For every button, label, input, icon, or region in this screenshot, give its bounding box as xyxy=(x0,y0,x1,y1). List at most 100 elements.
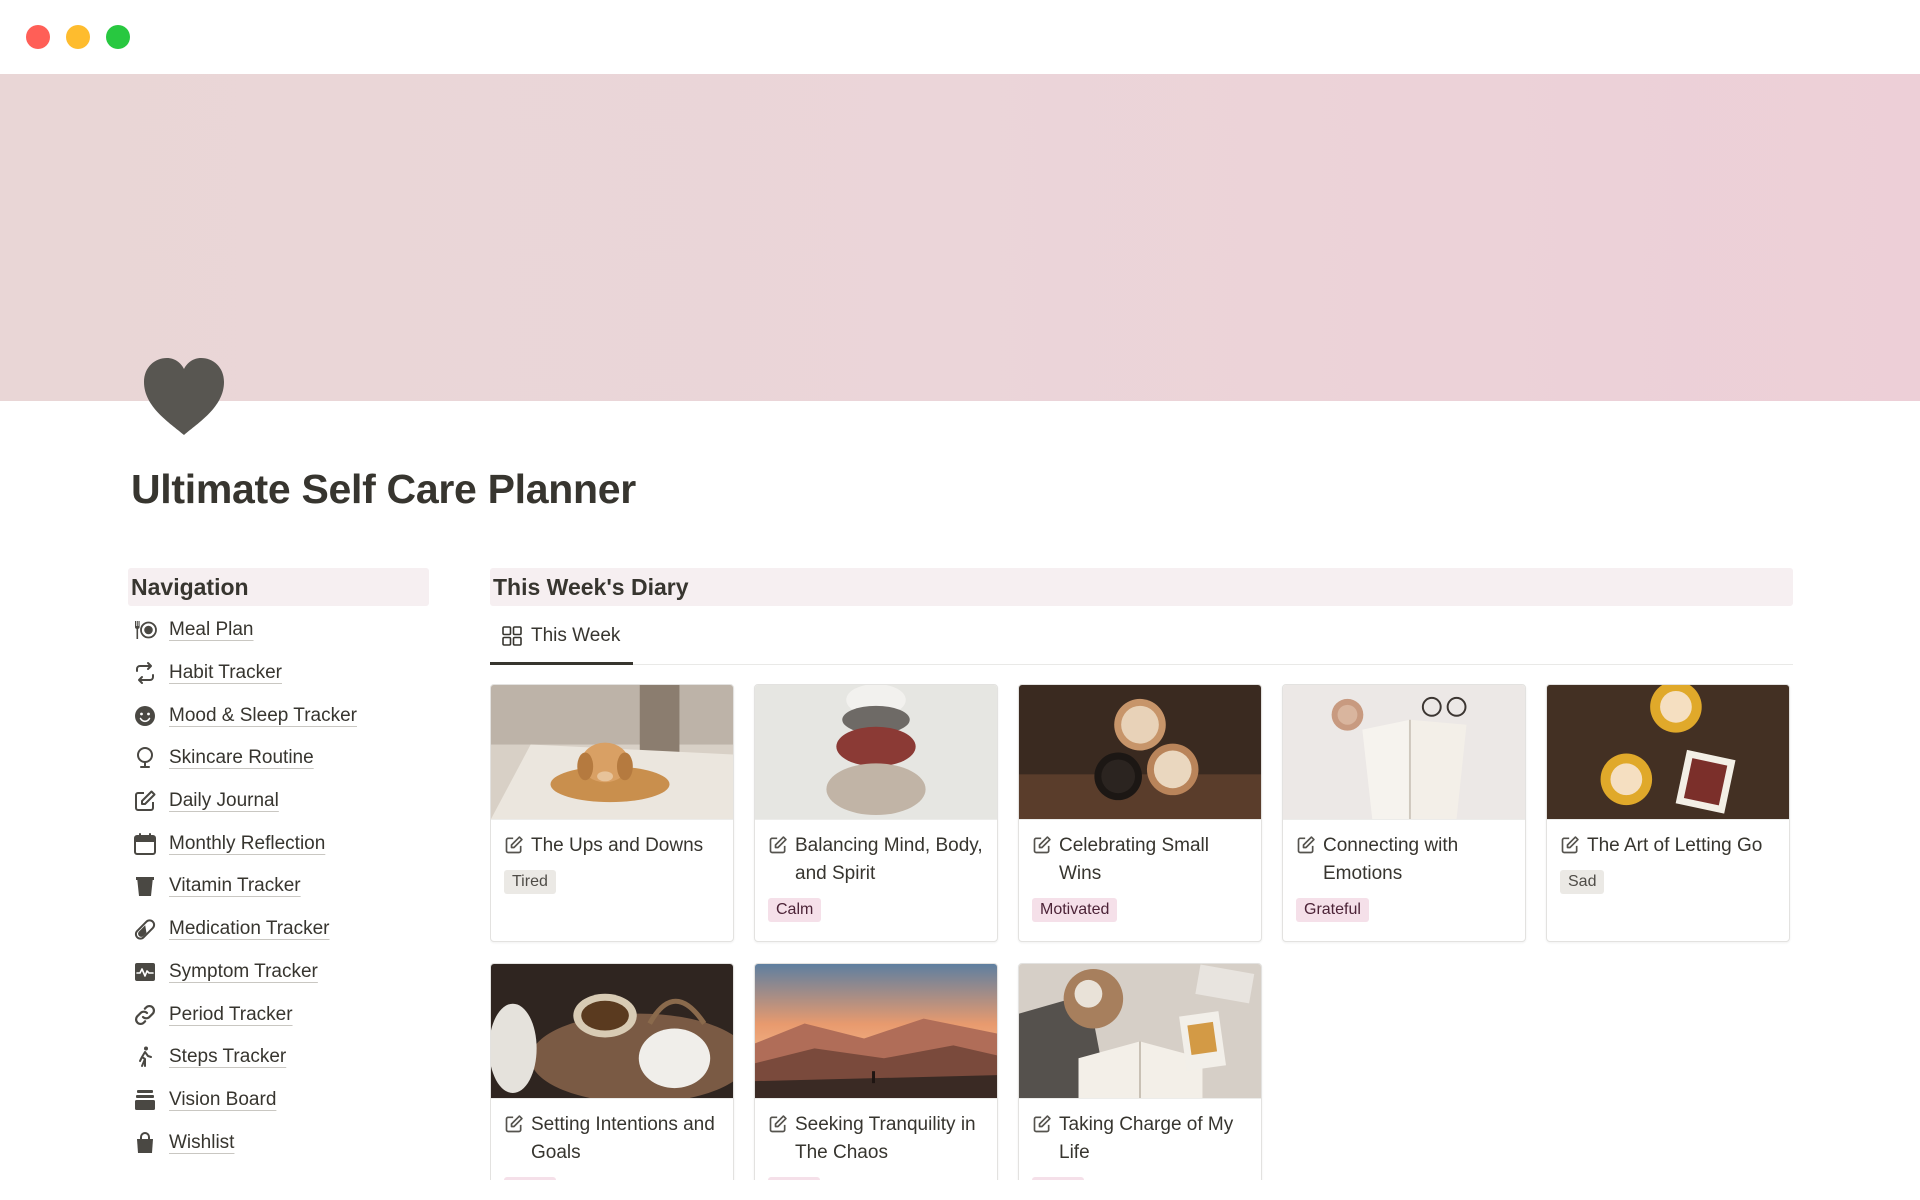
card-title-text: Seeking Tranquility in The Chaos xyxy=(795,1114,976,1163)
nav-item-daily-journal[interactable]: Daily Journal xyxy=(128,780,429,823)
mood-tag: Calm xyxy=(768,898,822,922)
card-cover-image xyxy=(1547,685,1789,820)
diary-card[interactable]: Connecting with Emotions Grateful xyxy=(1282,684,1526,942)
window-titlebar xyxy=(0,0,1920,74)
fork-plate-icon xyxy=(131,616,159,644)
gallery-view-icon xyxy=(502,626,522,646)
nav-label: Vision Board xyxy=(169,1088,277,1110)
edit-icon xyxy=(1033,1115,1051,1133)
edit-icon xyxy=(1297,836,1315,854)
view-tabs: This Week xyxy=(490,610,1793,665)
card-title-text: Celebrating Small Wins xyxy=(1059,835,1209,884)
diary-card[interactable]: Balancing Mind, Body, and Spirit Calm xyxy=(754,684,998,942)
pill-icon xyxy=(131,915,159,943)
page-title: Ultimate Self Care Planner xyxy=(131,466,636,512)
nav-label: Mood & Sleep Tracker xyxy=(169,704,357,726)
nav-item-steps-tracker[interactable]: Steps Tracker xyxy=(128,1036,429,1079)
diary-section: This Week's Diary This Week The Ups and … xyxy=(490,568,1793,1180)
zoom-window-button[interactable] xyxy=(106,25,130,49)
card-title: Setting Intentions and Goals xyxy=(504,1111,721,1167)
nav-label: Skincare Routine xyxy=(169,747,314,769)
nav-label: Habit Tracker xyxy=(169,662,282,684)
card-cover-image xyxy=(491,964,733,1099)
card-title-text: The Ups and Downs xyxy=(531,835,704,856)
nav-item-vision-board[interactable]: Vision Board xyxy=(128,1079,429,1122)
card-title: Taking Charge of My Life xyxy=(1032,1111,1249,1167)
card-cover-image xyxy=(491,685,733,820)
diary-card[interactable]: Setting Intentions and Goals xyxy=(490,963,734,1180)
navigation-list: Meal Plan Habit Tracker Mood & Sleep Tra… xyxy=(128,609,429,1164)
nav-label: Monthly Reflection xyxy=(169,832,326,854)
diary-card[interactable]: Taking Charge of My Life xyxy=(1018,963,1262,1180)
card-title-text: Connecting with Emotions xyxy=(1323,835,1459,884)
edit-icon xyxy=(505,836,523,854)
nav-item-meal-plan[interactable]: Meal Plan xyxy=(128,609,429,652)
diary-card[interactable]: Seeking Tranquility in The Chaos xyxy=(754,963,998,1180)
diary-card[interactable]: The Art of Letting Go Sad xyxy=(1546,684,1790,942)
diary-card[interactable]: The Ups and Downs Tired xyxy=(490,684,734,942)
cup-icon xyxy=(131,872,159,900)
card-title-text: Setting Intentions and Goals xyxy=(531,1114,715,1163)
nav-label: Medication Tracker xyxy=(169,918,330,940)
nav-label: Vitamin Tracker xyxy=(169,875,301,897)
edit-icon xyxy=(769,836,787,854)
nav-item-monthly-reflection[interactable]: Monthly Reflection xyxy=(128,822,429,865)
navigation-heading: Navigation xyxy=(128,568,429,606)
nav-item-mood-sleep-tracker[interactable]: Mood & Sleep Tracker xyxy=(128,694,429,737)
edit-icon xyxy=(1561,836,1579,854)
tab-this-week[interactable]: This Week xyxy=(490,610,633,665)
calendar-icon xyxy=(131,830,159,858)
nav-label: Steps Tracker xyxy=(169,1046,287,1068)
nav-label: Period Tracker xyxy=(169,1003,293,1025)
card-title: Celebrating Small Wins xyxy=(1032,832,1249,888)
stack-icon xyxy=(131,1086,159,1114)
card-title: Seeking Tranquility in The Chaos xyxy=(768,1111,985,1167)
mood-tag xyxy=(768,1177,820,1180)
nav-item-period-tracker[interactable]: Period Tracker xyxy=(128,993,429,1036)
navigation-section: Navigation Meal Plan Habit Tracker Mood … xyxy=(128,568,429,1164)
card-cover-image xyxy=(755,964,997,1099)
mood-tag: Sad xyxy=(1560,870,1605,894)
card-title: The Art of Letting Go xyxy=(1560,832,1777,860)
card-title: Balancing Mind, Body, and Spirit xyxy=(768,832,985,888)
card-title: Connecting with Emotions xyxy=(1296,832,1513,888)
smiley-icon xyxy=(131,702,159,730)
edit-icon xyxy=(1033,836,1051,854)
nav-item-medication-tracker[interactable]: Medication Tracker xyxy=(128,908,429,951)
card-title-text: The Art of Letting Go xyxy=(1587,835,1763,856)
mood-tag: Grateful xyxy=(1296,898,1369,922)
tab-label: This Week xyxy=(531,625,621,646)
mood-tag: Tired xyxy=(504,870,556,894)
card-cover-image xyxy=(1019,964,1261,1099)
edit-icon xyxy=(131,787,159,815)
diary-card[interactable]: Celebrating Small Wins Motivated xyxy=(1018,684,1262,942)
bag-icon xyxy=(131,1129,159,1157)
card-title-text: Balancing Mind, Body, and Spirit xyxy=(795,835,983,884)
nav-item-habit-tracker[interactable]: Habit Tracker xyxy=(128,652,429,695)
nav-label: Symptom Tracker xyxy=(169,960,318,982)
edit-icon xyxy=(769,1115,787,1133)
diary-gallery: The Ups and Downs Tired Balancing Mind, … xyxy=(490,684,1793,1180)
mood-tag xyxy=(1032,1177,1084,1180)
nav-label: Daily Journal xyxy=(169,790,279,812)
diary-heading: This Week's Diary xyxy=(490,568,1793,606)
close-window-button[interactable] xyxy=(26,25,50,49)
repeat-icon xyxy=(131,659,159,687)
mirror-icon xyxy=(131,744,159,772)
nav-label: Meal Plan xyxy=(169,619,254,641)
card-title: The Ups and Downs xyxy=(504,832,721,860)
nav-item-vitamin-tracker[interactable]: Vitamin Tracker xyxy=(128,865,429,908)
nav-item-skincare-routine[interactable]: Skincare Routine xyxy=(128,737,429,780)
card-cover-image xyxy=(1283,685,1525,820)
nav-label: Wishlist xyxy=(169,1131,235,1153)
nav-item-wishlist[interactable]: Wishlist xyxy=(128,1121,429,1164)
page-cover[interactable] xyxy=(0,74,1920,401)
card-title-text: Taking Charge of My Life xyxy=(1059,1114,1234,1163)
mood-tag xyxy=(504,1177,556,1180)
card-cover-image xyxy=(1019,685,1261,820)
minimize-window-button[interactable] xyxy=(66,25,90,49)
pulse-icon xyxy=(131,958,159,986)
walking-icon xyxy=(131,1043,159,1071)
heart-icon[interactable] xyxy=(140,355,228,439)
nav-item-symptom-tracker[interactable]: Symptom Tracker xyxy=(128,951,429,994)
